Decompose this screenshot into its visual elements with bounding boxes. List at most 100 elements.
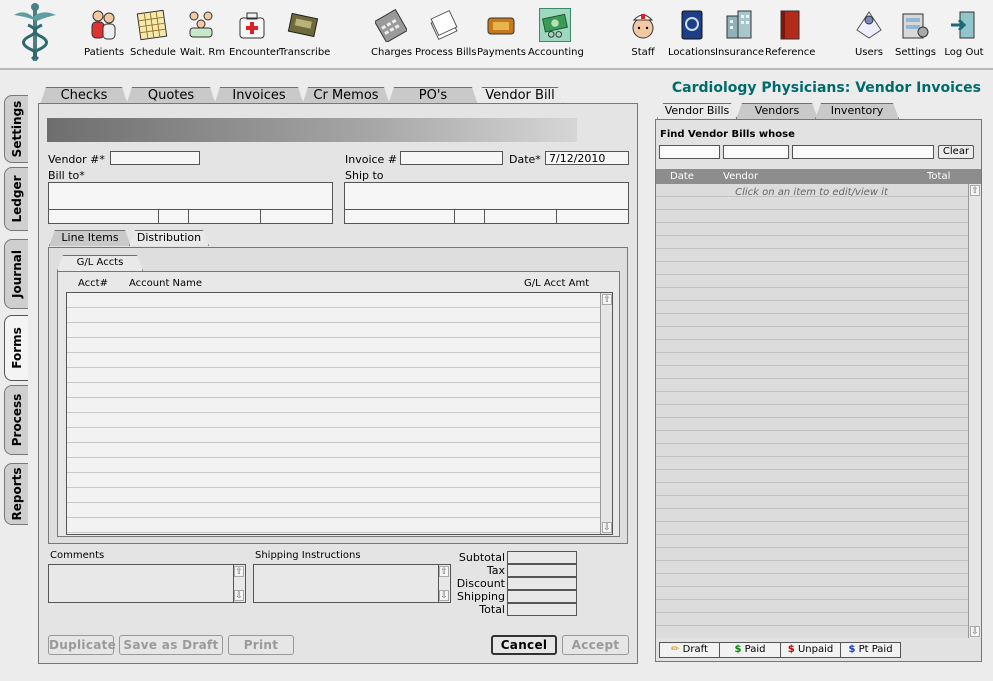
settings-icon [902,13,929,39]
bill-to-address[interactable] [48,182,333,224]
toolbar-staff[interactable]: Staff [627,8,659,58]
invoice-label: Invoice # [345,153,398,166]
total-row: Total [447,603,577,616]
toolbar-settings[interactable]: Settings [895,8,936,58]
tab-line-items[interactable]: Line Items [49,230,131,246]
tab-vendors[interactable]: Vendors [736,103,818,119]
caduceus-logo-icon [14,3,56,61]
find-field-select[interactable] [659,145,720,159]
door-exit-icon [951,11,975,39]
side-tab-process[interactable]: Process [4,385,28,455]
toolbar-label: Reference [765,47,816,58]
side-tab-journal[interactable]: Journal [4,239,28,309]
bills-list[interactable]: Click on an item to edit/view it ⇧ ⇩ [656,184,981,638]
vendor-bill-form: Vendor #* Invoice # Date* 7/12/2010 Bill… [38,103,638,664]
total-label: Total [479,603,505,616]
ship-to-city-row [345,209,628,223]
toolbar-label: Users [854,47,883,58]
toolbar-label: Log Out [944,47,984,58]
toolbar-waiting-room[interactable]: Wait. Rm [180,8,225,58]
calendar-icon [136,9,168,41]
clear-button[interactable]: Clear [938,145,974,159]
tax-value[interactable] [507,564,577,577]
comments-label: Comments [50,550,105,561]
legend-paid[interactable]: $ Paid [719,642,781,658]
scroll-up-icon[interactable]: ⇧ [970,185,980,196]
side-tab-label: Process [9,393,24,447]
comments-textarea[interactable]: ⇧ ⇩ [48,564,246,603]
toolbar-payments[interactable]: Payments [477,8,526,58]
toolbar-charges[interactable]: Charges [371,8,412,58]
page-title: Cardiology Physicians: Vendor Invoices [671,80,981,96]
toolbar-users[interactable]: Users [852,8,886,58]
users-icon [856,11,882,39]
scroll-down-icon[interactable]: ⇩ [602,522,612,533]
scroll-up-icon[interactable]: ⇧ [602,294,612,305]
save-as-draft-button[interactable]: Save as Draft [119,635,223,655]
col-total[interactable]: Total [927,169,950,184]
tab-label: Vendor Bills [664,104,730,117]
side-tab-reports[interactable]: Reports [4,463,28,525]
print-button[interactable]: Print [228,635,294,655]
legend-label: Draft [682,644,708,655]
legend-unpaid[interactable]: $ Unpaid [780,642,841,658]
toolbar-accounting[interactable]: Accounting [528,8,584,58]
col-vendor[interactable]: Vendor [723,169,758,184]
toolbar-patients[interactable]: Patients [84,8,125,58]
right-tab-bar: Vendor Bills Vendors Inventory [657,103,907,119]
toolbar-label: Staff [631,47,655,58]
bills-list-scrollbar[interactable]: ⇧ ⇩ [968,184,981,638]
tab-distribution[interactable]: Distribution [129,230,209,246]
side-tab-forms[interactable]: Forms [4,315,28,381]
gl-grid-scrollbar[interactable]: ⇧ ⇩ [600,293,612,534]
list-empty-hint: Click on an item to edit/view it [735,187,888,198]
accept-button[interactable]: Accept [562,635,629,655]
toolbar-process-bills[interactable]: Process Bills [415,8,477,58]
toolbar-label: Process Bills [415,47,477,58]
money-icon [539,8,571,42]
toolbar-log-out[interactable]: Log Out [944,8,984,58]
find-operator-select[interactable] [723,145,789,159]
vendor-label: Vendor #* [48,153,105,166]
subtotal-label: Subtotal [458,551,505,564]
tab-inventory[interactable]: Inventory [815,103,899,119]
toolbar-insurance[interactable]: Insurance [715,8,764,58]
calculator-icon [375,8,407,42]
shipping-instructions-textarea[interactable]: ⇧ ⇩ [253,564,451,603]
vendor-field[interactable] [110,151,200,165]
scroll-down-icon[interactable]: ⇩ [234,590,244,601]
invoice-field[interactable] [400,151,503,165]
duplicate-button[interactable]: Duplicate [48,635,116,655]
col-date[interactable]: Date [670,169,694,184]
tab-vendor-bills[interactable]: Vendor Bills [657,103,737,119]
scroll-down-icon[interactable]: ⇩ [970,626,980,637]
gl-accounts-grid[interactable]: ⇧ ⇩ [66,292,613,535]
tab-gl-accts[interactable]: G/L Accts [57,255,143,271]
toolbar-label: Encounter [229,47,281,58]
side-tab-label: Forms [9,327,24,369]
side-tab-ledger[interactable]: Ledger [4,167,28,231]
cancel-button[interactable]: Cancel [491,635,557,655]
tax-label: Tax [486,564,505,577]
shipping-label: Shipping [457,590,505,603]
toolbar-transcribe[interactable]: Transcribe [279,8,330,58]
dollar-icon: $ [848,644,856,655]
find-value-input[interactable] [792,145,934,159]
discount-value[interactable] [507,577,577,590]
ship-to-address[interactable] [344,182,629,224]
legend-pt-paid[interactable]: $ Pt Paid [840,642,901,658]
date-field[interactable]: 7/12/2010 [545,151,629,165]
legend-draft[interactable]: ✏ Draft [659,642,720,658]
toolbar-schedule[interactable]: Schedule [130,8,176,58]
legend-label: Pt Paid [858,644,893,655]
shipping-value[interactable] [507,590,577,603]
tab-label: Line Items [61,231,119,244]
comments-scrollbar[interactable]: ⇧ ⇩ [233,565,245,602]
side-tab-settings[interactable]: Settings [4,95,28,163]
toolbar-encounter[interactable]: Encounter [229,8,281,58]
toolbar-label: Locations [668,47,716,58]
toolbar-locations[interactable]: Locations [668,8,716,58]
scroll-up-icon[interactable]: ⇧ [234,566,244,577]
toolbar-label: Patients [84,47,125,58]
toolbar-reference[interactable]: Reference [765,8,816,58]
